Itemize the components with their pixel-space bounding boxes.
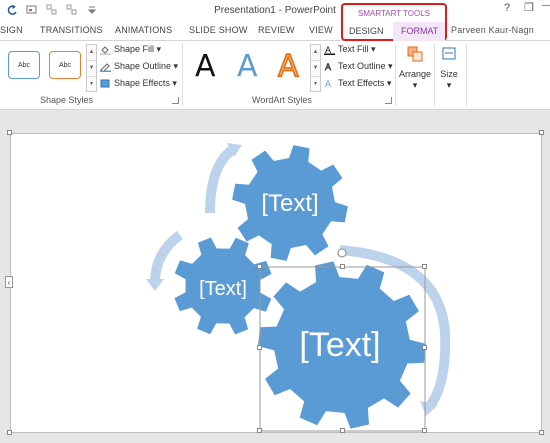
scroll-up-icon-2[interactable]: ▲: [311, 45, 320, 61]
arrange-button[interactable]: Arrange: [398, 69, 432, 79]
scroll-down-icon-2[interactable]: ▼: [311, 61, 320, 77]
arrow-head-left: [146, 279, 164, 291]
resize-handle[interactable]: [539, 130, 544, 135]
shape-style-swatch-1[interactable]: Abc: [8, 51, 40, 79]
more-icon-2[interactable]: ▾: [311, 77, 320, 92]
wordart-style-black[interactable]: A: [195, 49, 216, 84]
size-dropdown-icon[interactable]: ▾: [434, 80, 464, 91]
text-fill-label: Text Fill: [338, 44, 369, 54]
text-outline-label: Text Outline: [338, 61, 386, 71]
tab-view[interactable]: VIEW: [309, 25, 333, 35]
help-button[interactable]: ?: [504, 2, 510, 14]
resize-handle[interactable]: [340, 264, 345, 269]
arrange-dropdown-icon[interactable]: ▾: [398, 80, 432, 91]
resize-handle[interactable]: [422, 345, 427, 350]
resize-handle[interactable]: [7, 130, 12, 135]
more-icon[interactable]: ▾: [87, 77, 96, 92]
cycle-arrow-left: [150, 230, 184, 284]
svg-text:A: A: [325, 62, 331, 72]
wordart-gallery-scroll[interactable]: ▲ ▼ ▾: [310, 44, 321, 92]
shape-styles-gallery-scroll[interactable]: ▲ ▼ ▾: [86, 44, 97, 92]
shape-outline-button[interactable]: Shape Outline ▾: [100, 61, 178, 72]
shape-outline-label: Shape Outline: [114, 61, 172, 71]
scroll-up-icon[interactable]: ▲: [87, 45, 96, 61]
smartart-graphic[interactable]: [Text] [Text] [Text]: [10, 133, 542, 433]
resize-handle[interactable]: [422, 264, 427, 269]
shape-styles-group-label: Shape Styles: [40, 95, 94, 105]
wordart-styles-group-label: WordArt Styles: [252, 95, 312, 105]
text-outline-icon: A: [325, 62, 332, 72]
svg-text:A: A: [325, 79, 331, 89]
resize-handle[interactable]: [340, 428, 345, 433]
size-icon[interactable]: [441, 45, 457, 63]
tab-slide-show[interactable]: SLIDE SHOW: [189, 25, 248, 35]
resize-handle[interactable]: [422, 428, 427, 433]
shape-style-swatch-2[interactable]: Abc: [49, 51, 81, 79]
tab-smartart-format[interactable]: FORMAT: [401, 26, 438, 36]
gear-2-text[interactable]: [Text]: [199, 278, 247, 300]
paint-bucket-icon: [100, 45, 111, 55]
title-bar: Presentation1 - PowerPoint ? ❐ —: [0, 0, 550, 21]
ribbon: Abc Abc ▲ ▼ ▾ Shape Fill ▾ Shape Outline…: [0, 41, 550, 110]
smartart-tools-highlight: SMARTART TOOLS DESIGN FORMAT: [341, 3, 447, 41]
dialog-launcher-icon-2[interactable]: [385, 97, 392, 104]
shape-effects-label: Shape Effects: [114, 78, 170, 88]
wordart-style-orange[interactable]: A: [277, 48, 299, 85]
text-outline-button[interactable]: A Text Outline ▾: [324, 61, 393, 72]
shape-effects-icon: [100, 79, 110, 88]
minimize-button[interactable]: —: [542, 0, 550, 11]
text-fill-button[interactable]: A Text Fill ▾: [324, 44, 376, 55]
shape-fill-button[interactable]: Shape Fill ▾: [100, 44, 161, 55]
dialog-launcher-icon[interactable]: [172, 97, 179, 104]
divider: [182, 44, 183, 106]
resize-handle[interactable]: [257, 428, 262, 433]
text-fill-icon: A: [324, 45, 335, 55]
arrange-icon[interactable]: [406, 45, 424, 63]
tab-animations[interactable]: ANIMATIONS: [115, 25, 172, 35]
tab-design[interactable]: SIGN: [0, 25, 23, 35]
text-effects-icon: A: [325, 79, 331, 89]
gear-1-text[interactable]: [Text]: [261, 190, 318, 217]
shape-fill-label: Shape Fill: [114, 44, 155, 54]
scroll-down-icon[interactable]: ▼: [87, 61, 96, 77]
smartart-tools-label: SMARTART TOOLS: [357, 9, 431, 18]
text-effects-button[interactable]: A Text Effects ▾: [324, 78, 391, 89]
tab-review[interactable]: REVIEW: [258, 25, 295, 35]
rotation-handle[interactable]: [337, 248, 347, 258]
ribbon-display-options-button[interactable]: ❐: [524, 1, 534, 14]
divider-2: [395, 44, 396, 106]
window-title: Presentation1 - PowerPoint: [214, 5, 336, 16]
tab-transitions[interactable]: TRANSITIONS: [40, 25, 103, 35]
resize-handle[interactable]: [539, 430, 544, 435]
text-effects-label: Text Effects: [338, 78, 385, 88]
pencil-icon: [100, 62, 111, 72]
divider-4: [466, 44, 467, 106]
wordart-style-blue[interactable]: A: [237, 49, 258, 84]
resize-handle[interactable]: [7, 430, 12, 435]
resize-handle[interactable]: [257, 264, 262, 269]
shape-effects-button[interactable]: Shape Effects ▾: [100, 78, 177, 89]
tab-smartart-design[interactable]: DESIGN: [349, 26, 384, 36]
resize-handle[interactable]: [257, 345, 262, 350]
ribbon-tabs: SIGN TRANSITIONS ANIMATIONS SLIDE SHOW R…: [0, 21, 550, 41]
size-button[interactable]: Size: [434, 69, 464, 79]
gear-3-text[interactable]: [Text]: [299, 326, 380, 364]
cycle-arrow-top: [205, 143, 238, 214]
user-name[interactable]: Parveen Kaur-Nagn: [451, 25, 534, 35]
